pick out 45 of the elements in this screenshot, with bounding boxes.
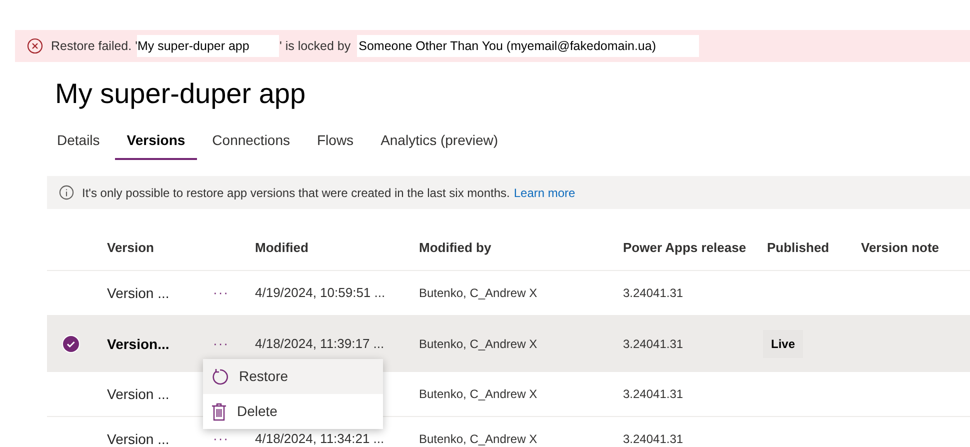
- table-cell: 4/18/2024, 11:34:21 ...: [255, 431, 384, 446]
- version-cell[interactable]: Version ...: [95, 285, 201, 301]
- column-header[interactable]: Version: [95, 238, 201, 258]
- error-text: ' is locked by: [279, 38, 351, 55]
- table-cell-text: 3.24041.31: [622, 386, 684, 402]
- table-cell-text: 3.24041.31: [622, 285, 684, 301]
- table-cell-text: Butenko, C_Andrew X: [418, 336, 538, 352]
- menu-item[interactable]: Delete: [203, 394, 383, 429]
- more-options-button[interactable]: ···: [213, 336, 229, 352]
- table-cell-text: Butenko, C_Andrew X: [418, 431, 538, 447]
- table-row[interactable]: Version... ··· 4/18/2024, 11:39:17 ... Butenko, C_Andrew X 3.24041.31 Live: [47, 316, 970, 372]
- more-options-button[interactable]: ···: [213, 431, 229, 447]
- column-header[interactable]: Power Apps release: [611, 238, 755, 258]
- tab[interactable]: Connections: [200, 122, 302, 160]
- trash-icon: [211, 402, 227, 420]
- tab[interactable]: Details: [45, 122, 112, 160]
- refresh-icon: [211, 368, 229, 386]
- tab[interactable]: Flows: [305, 122, 366, 160]
- tab[interactable]: Analytics (preview): [368, 122, 510, 160]
- learn-more-link[interactable]: Learn more: [514, 184, 576, 202]
- table-cell-text: Butenko, C_Andrew X: [418, 285, 538, 301]
- table-cell-text: 3.24041.31: [622, 431, 684, 447]
- checkmark-circle-icon[interactable]: [62, 334, 80, 352]
- column-header[interactable]: Modified: [243, 238, 407, 258]
- column-header[interactable]: Published: [755, 238, 849, 258]
- app-name: My super-duper app: [137, 34, 280, 58]
- menu-item[interactable]: Restore: [203, 359, 383, 394]
- page-title: My super-duper app: [55, 77, 307, 111]
- column-header[interactable]: Version note: [849, 238, 970, 258]
- version-cell[interactable]: Version ...: [95, 431, 201, 447]
- status-label: Live: [763, 330, 804, 358]
- error-text: Restore failed. ': [51, 38, 138, 55]
- column-header[interactable]: Modified by: [407, 238, 611, 258]
- table-cell-text: 3.24041.31: [622, 336, 684, 352]
- table-cell-text: Butenko, C_Andrew X: [418, 386, 538, 402]
- locked-by-user: Someone Other Than You (myemail@fakedomain.ua): [356, 34, 699, 58]
- table-cell: 4/19/2024, 10:59:51 ...: [255, 285, 386, 300]
- version-cell[interactable]: Version ...: [95, 386, 201, 402]
- tab[interactable]: Versions: [114, 122, 198, 160]
- version-cell[interactable]: Version...: [95, 336, 201, 352]
- table-cell: 4/18/2024, 11:39:17 ...: [255, 336, 384, 350]
- info-text: It's only possible to restore app versions that were created in the last six months.: [82, 184, 510, 202]
- error-icon: [27, 38, 43, 54]
- more-options-button[interactable]: ···: [213, 285, 229, 301]
- info-icon: [59, 185, 74, 200]
